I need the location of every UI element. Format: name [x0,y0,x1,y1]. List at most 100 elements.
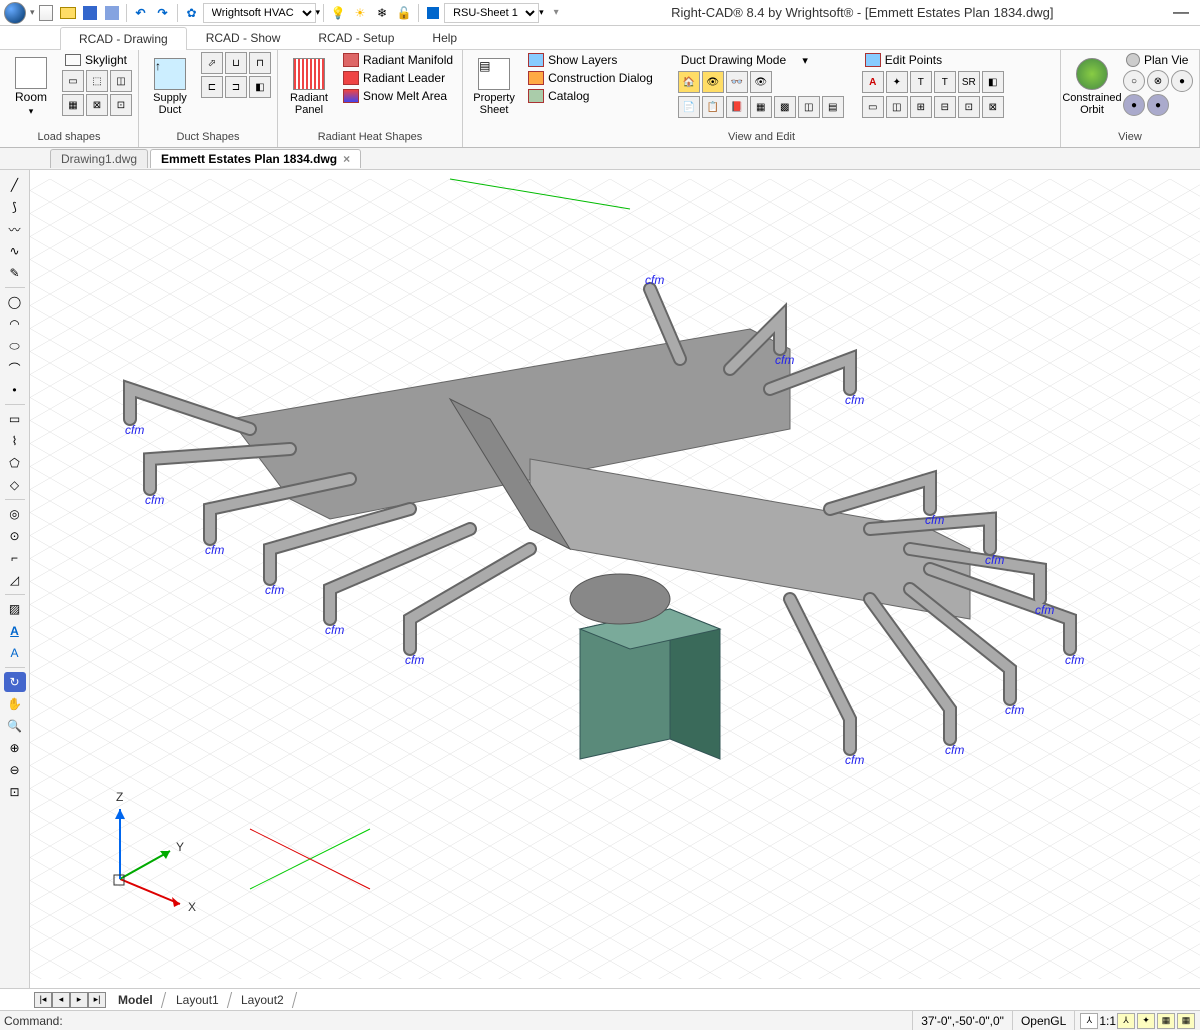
doc-tab-active[interactable]: Emmett Estates Plan 1834.dwg× [150,149,361,168]
radiant-panel-button[interactable]: Radiant Panel [284,52,334,122]
layout-nav-last[interactable]: ▸| [88,992,106,1008]
ribbon-tab-drawing[interactable]: RCAD - Drawing [60,27,187,50]
duct-btn-6[interactable]: ◧ [249,76,271,98]
layout-tab-model[interactable]: Model [106,992,166,1008]
text-bold-tool-icon[interactable]: A [4,621,26,641]
status-i1-icon[interactable]: ⅄ [1117,1013,1135,1029]
vw-3[interactable]: ● [1171,70,1193,92]
catalog-button[interactable]: Catalog [525,88,656,104]
ellipse-tool-icon[interactable]: ⬭ [4,336,26,356]
lock-icon[interactable]: 🔓 [394,3,414,23]
duct-btn-2[interactable]: ⊔ [225,52,247,74]
status-i3-icon[interactable]: ▦ [1157,1013,1175,1029]
polygon-tool-icon[interactable]: ⬠ [4,453,26,473]
ribbon-tab-help[interactable]: Help [413,26,476,49]
save-icon[interactable] [80,3,100,23]
ve-btn-a2[interactable]: 👁 [702,71,724,93]
edit-points-button[interactable]: Edit Points [862,52,1004,68]
shape-btn-4[interactable]: ▦ [62,94,84,116]
drawing-canvas[interactable]: cfmcfmcfm cfmcfmcfm cfmcfmcfm cfmcfmcfm … [30,170,1200,988]
fillet-tool-icon[interactable]: ⌐ [4,548,26,568]
shape-btn-6[interactable]: ⊡ [110,94,132,116]
shape-btn-3[interactable]: ◫ [110,70,132,92]
ep-2[interactable]: ✦ [886,71,908,93]
zoom-out-tool-icon[interactable]: ⊖ [4,760,26,780]
ve-btn-a3[interactable]: 👓 [726,71,748,93]
ve-btn-b3[interactable]: 📕 [726,96,748,118]
app-logo-icon[interactable] [4,2,26,24]
duct-btn-1[interactable]: ⬀ [201,52,223,74]
ve-btn-b2[interactable]: 📋 [702,96,724,118]
arc2-tool-icon[interactable]: ◠ [4,314,26,334]
construction-dialog-button[interactable]: Construction Dialog [525,70,656,86]
ve-btn-b5[interactable]: ▩ [774,96,796,118]
open-file-icon[interactable] [58,3,78,23]
chamfer-tool-icon[interactable]: ◿ [4,570,26,590]
new-file-icon[interactable] [36,3,56,23]
room-button[interactable]: Room▾ [6,52,56,122]
ribbon-tab-show[interactable]: RCAD - Show [187,26,300,49]
ve-btn-b6[interactable]: ◫ [798,96,820,118]
close-tab-icon[interactable]: × [343,152,350,166]
duct-btn-4[interactable]: ⊏ [201,76,223,98]
ep-12[interactable]: ⊠ [982,96,1004,118]
status-i4-icon[interactable]: ▦ [1177,1013,1195,1029]
ve-btn-a4[interactable]: 👁 [750,71,772,93]
plan-view-button[interactable]: Plan Vie [1123,52,1193,68]
sun-icon[interactable]: ☀ [350,3,370,23]
ve-btn-b1[interactable]: 📄 [678,96,700,118]
ve-btn-b7[interactable]: ▤ [822,96,844,118]
radiant-manifold-button[interactable]: Radiant Manifold [340,52,456,68]
ep-9[interactable]: ⊞ [910,96,932,118]
ve-btn-b4[interactable]: ▦ [750,96,772,118]
region-tool-icon[interactable]: ◇ [4,475,26,495]
status-ucs-icon[interactable]: ⅄ [1080,1013,1098,1029]
shape-btn-5[interactable]: ⊠ [86,94,108,116]
freeze-icon[interactable]: ❄ [372,3,392,23]
status-scale[interactable]: 1:1 [1099,1014,1116,1028]
pan-tool-icon[interactable]: ✋ [4,694,26,714]
ribbon-tab-setup[interactable]: RCAD - Setup [299,26,413,49]
hatch-tool-icon[interactable]: ▨ [4,599,26,619]
coil-tool-icon[interactable]: ⌇ [4,431,26,451]
duct-btn-5[interactable]: ⊐ [225,76,247,98]
polyline-tool-icon[interactable]: 〰 [4,219,26,239]
point-tool-icon[interactable]: • [4,380,26,400]
zoom-extents-tool-icon[interactable]: 🔍 [4,716,26,736]
layout-tab-2[interactable]: Layout2 [229,992,297,1008]
ep-5[interactable]: SR [958,71,980,93]
layout-nav-next[interactable]: ▸ [70,992,88,1008]
ep-8[interactable]: ◫ [886,96,908,118]
layout-nav-first[interactable]: |◂ [34,992,52,1008]
arc-tool-icon[interactable]: ⟆ [4,197,26,217]
canvas-svg[interactable]: cfmcfmcfm cfmcfmcfm cfmcfmcfm cfmcfmcfm … [30,170,1200,988]
workspace-dropdown[interactable]: Wrightsoft HVAC [203,3,316,23]
save-all-icon[interactable] [102,3,122,23]
rect-tool-icon[interactable]: ▭ [4,409,26,429]
spline-tool-icon[interactable]: ∿ [4,241,26,261]
ep-6[interactable]: ◧ [982,71,1004,93]
vw-5[interactable]: ● [1147,94,1169,116]
zoom-in-tool-icon[interactable]: ⊕ [4,738,26,758]
vw-1[interactable]: ○ [1123,70,1145,92]
ep-3[interactable]: T [910,71,932,93]
duct-drawing-mode-dropdown[interactable]: Duct Drawing Mode ▾ [678,52,844,68]
minimize-button[interactable]: — [1166,4,1196,22]
skylight-button[interactable]: Skylight [62,52,132,68]
layout-tab-1[interactable]: Layout1 [164,992,232,1008]
text-tool-icon[interactable]: A [4,643,26,663]
ep-1[interactable]: A [862,71,884,93]
offset-tool-icon[interactable]: ⊙ [4,526,26,546]
doc-tab-drawing1[interactable]: Drawing1.dwg [50,149,148,168]
color-swatch-icon[interactable] [423,3,443,23]
ep-7[interactable]: ▭ [862,96,884,118]
ve-btn-a1[interactable]: 🏠 [678,71,700,93]
property-sheet-button[interactable]: ▤ Property Sheet [469,52,519,122]
ellipse-arc-tool-icon[interactable]: ⌒ [4,358,26,378]
shape-btn-2[interactable]: ⬚ [86,70,108,92]
shape-btn-1[interactable]: ▭ [62,70,84,92]
supply-duct-button[interactable]: ↑ Supply Duct [145,52,195,122]
sheet-dropdown[interactable]: RSU-Sheet 1 [444,3,539,23]
line-tool-icon[interactable]: ╱ [4,175,26,195]
vw-4[interactable]: ● [1123,94,1145,116]
